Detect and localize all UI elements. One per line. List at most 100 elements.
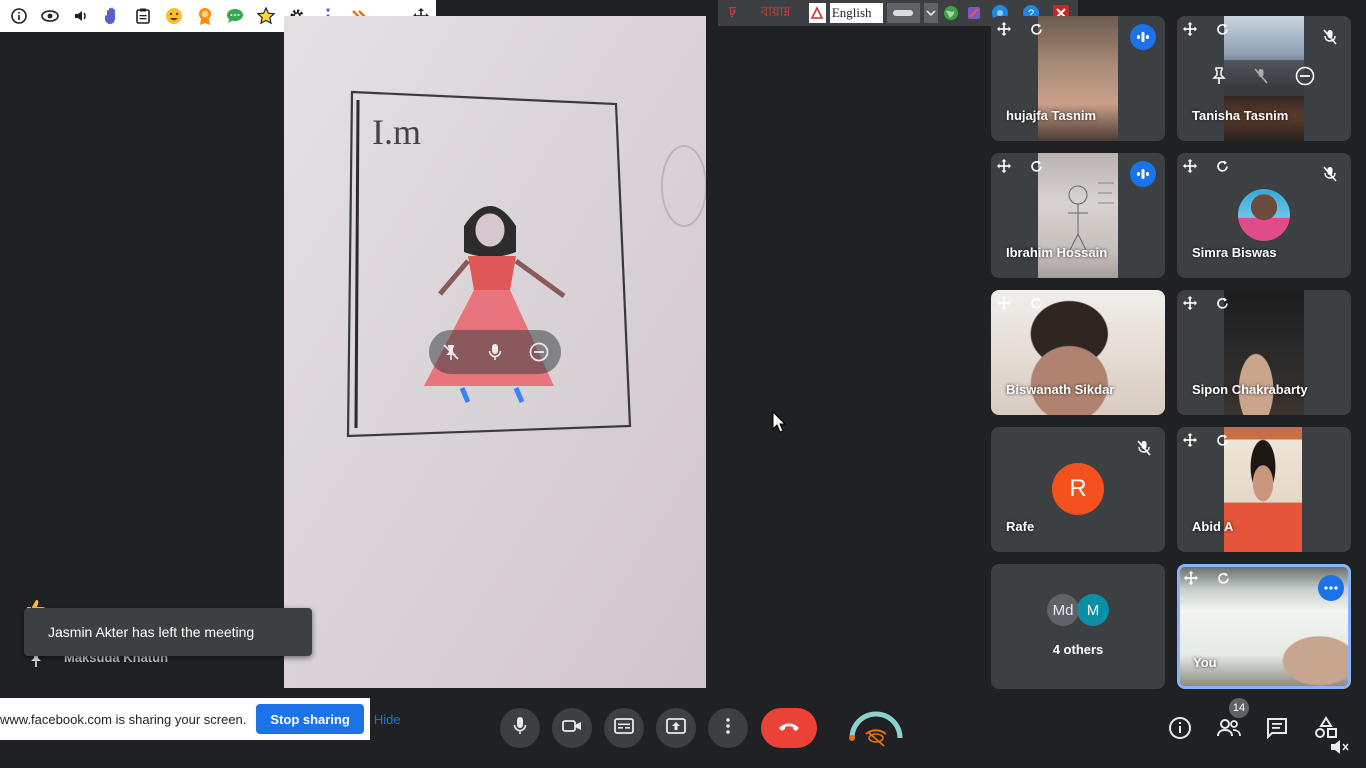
keyboard-icon[interactable] <box>886 3 921 23</box>
move-icon[interactable] <box>1181 431 1199 449</box>
raise-hand-icon[interactable] <box>97 2 128 30</box>
award-icon[interactable] <box>189 2 220 30</box>
tools-icon[interactable] <box>964 3 983 23</box>
others-label: 4 others <box>1052 642 1104 657</box>
others-tile[interactable]: Md M 4 others <box>991 564 1165 689</box>
presenter-tile-controls <box>429 330 561 374</box>
participant-tile[interactable]: Biswanath Sikdar <box>991 290 1165 415</box>
muted-mic-icon <box>1318 25 1342 49</box>
refresh-icon[interactable] <box>1213 20 1231 38</box>
more-options-icon[interactable] <box>1318 575 1344 601</box>
speaker-muted-icon <box>1330 738 1350 761</box>
move-icon[interactable] <box>1181 20 1199 38</box>
hang-up-icon <box>777 719 801 737</box>
avatar-letter: R <box>1069 475 1087 502</box>
refresh-icon[interactable] <box>1027 20 1045 38</box>
acrobat-icon <box>808 3 826 23</box>
avatar-initials: M <box>1086 601 1100 619</box>
mic-icon[interactable] <box>480 337 510 367</box>
language-label: English <box>831 5 872 20</box>
remove-icon[interactable] <box>524 337 554 367</box>
clipboard-icon[interactable] <box>127 2 158 30</box>
participant-name: hujajfa Tasnim <box>1006 108 1097 123</box>
speaking-indicator-icon <box>1130 24 1156 50</box>
info-icon[interactable] <box>4 2 35 30</box>
captions-icon <box>614 717 634 739</box>
pin-icon[interactable] <box>1211 66 1227 90</box>
move-icon[interactable] <box>995 157 1013 175</box>
speaker-icon[interactable] <box>66 2 97 30</box>
camera-icon <box>562 719 582 738</box>
move-icon[interactable] <box>1181 294 1199 312</box>
leave-call-button[interactable] <box>761 708 817 748</box>
avatar <box>1238 189 1290 241</box>
people-count-badge: 14 <box>1229 698 1249 718</box>
muted-mic-icon <box>1132 436 1156 460</box>
meeting-info-icon[interactable] <box>1168 716 1192 745</box>
people-icon <box>1217 719 1241 737</box>
toast-message: Jasmin Akter has left the meeting <box>48 624 255 640</box>
participant-name: Abid A <box>1192 519 1234 534</box>
star-icon[interactable] <box>251 2 282 30</box>
speaking-indicator-icon <box>1130 161 1156 187</box>
participant-name: Rafe <box>1006 519 1035 534</box>
muted-mic-icon[interactable] <box>1254 67 1268 89</box>
participant-tile[interactable]: Tanisha Tasnim <box>1177 16 1351 141</box>
participant-tile[interactable]: Sipon Chakrabarty <box>1177 290 1351 415</box>
eye-icon[interactable] <box>35 2 66 30</box>
mic-button[interactable] <box>500 708 540 748</box>
refresh-icon[interactable] <box>1213 294 1231 312</box>
participant-tile[interactable]: Ibrahim Hossain <box>991 153 1165 278</box>
participant-name: Biswanath Sikdar <box>1006 382 1115 397</box>
muted-mic-icon <box>1318 162 1342 186</box>
avatar: R <box>1052 463 1104 515</box>
refresh-icon[interactable] <box>1213 431 1231 449</box>
participant-name: Simra Biswas <box>1192 245 1277 260</box>
participant-name: Ibrahim Hossain <box>1006 245 1108 260</box>
refresh-icon[interactable] <box>1027 157 1045 175</box>
chevron-down-icon[interactable] <box>924 3 938 23</box>
remove-icon[interactable] <box>1295 66 1315 91</box>
hide-button[interactable]: Hide <box>374 712 401 727</box>
camera-button[interactable] <box>552 708 592 748</box>
refresh-icon[interactable] <box>1214 569 1232 587</box>
participant-tile[interactable]: Simra Biswas <box>1177 153 1351 278</box>
self-tile[interactable]: You <box>1177 564 1351 689</box>
connection-meter[interactable] <box>846 704 906 752</box>
mouse-cursor-icon <box>772 410 787 438</box>
move-icon[interactable] <box>1181 157 1199 175</box>
stop-sharing-button[interactable]: Stop sharing <box>256 704 364 734</box>
mic-icon <box>513 716 527 741</box>
gauge-icon <box>849 711 903 747</box>
refresh-icon[interactable] <box>1213 157 1231 175</box>
more-options-button[interactable] <box>708 708 748 748</box>
present-button[interactable] <box>656 708 696 748</box>
participant-tile[interactable]: R Rafe <box>991 427 1165 552</box>
unpin-icon[interactable] <box>436 337 466 367</box>
people-button[interactable] <box>1216 716 1242 745</box>
avatar: M <box>1077 594 1109 626</box>
sharing-message: www.facebook.com is sharing your screen. <box>0 711 247 727</box>
globe-icon[interactable] <box>942 3 961 23</box>
bijoy-logo-icon: ঢ় <box>729 4 736 18</box>
chat-icon[interactable] <box>1266 717 1288 744</box>
chat-bubble-icon[interactable] <box>220 2 251 30</box>
present-screen-icon <box>666 717 686 739</box>
avatar-initials: Md <box>1052 601 1074 619</box>
move-icon[interactable] <box>995 20 1013 38</box>
participant-name: You <box>1193 655 1217 670</box>
participant-tile[interactable]: Abid A <box>1177 427 1351 552</box>
bengali-label[interactable]: বায়াম্ন <box>747 3 805 23</box>
screen-sharing-bar: www.facebook.com is sharing your screen.… <box>0 698 401 740</box>
captions-button[interactable] <box>604 708 644 748</box>
refresh-icon[interactable] <box>1027 294 1045 312</box>
tile-hover-controls <box>1197 60 1329 96</box>
participant-name: Tanisha Tasnim <box>1192 108 1289 123</box>
move-icon[interactable] <box>1182 569 1200 587</box>
move-icon[interactable] <box>995 294 1013 312</box>
participant-tile[interactable]: hujajfa Tasnim <box>991 16 1165 141</box>
language-select[interactable]: English <box>829 3 883 23</box>
participant-video <box>1224 427 1302 552</box>
more-vert-icon <box>726 717 730 739</box>
emoji-icon[interactable] <box>158 2 189 30</box>
